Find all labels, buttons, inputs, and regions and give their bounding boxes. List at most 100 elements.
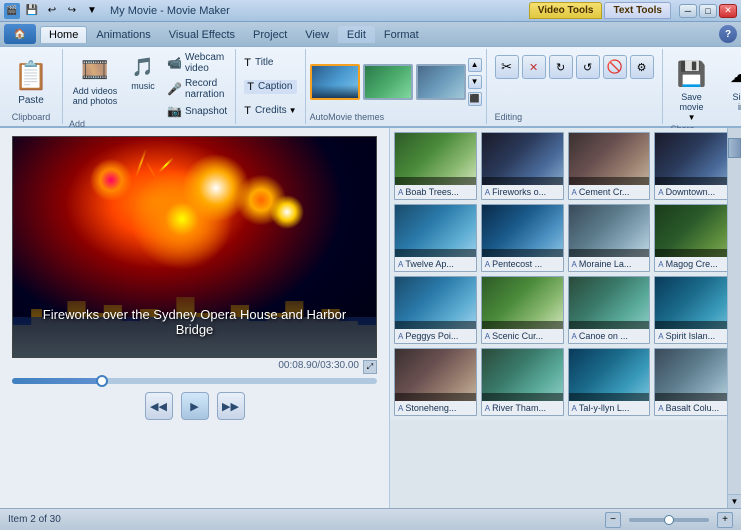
maximize-button[interactable]: □ [699,4,717,18]
clip-item[interactable]: A Moraine La... [568,204,651,272]
webcam-button[interactable]: 📹 Webcam video [165,51,229,75]
clip-label-icon: A [658,404,663,413]
clip-item[interactable]: A Stoneheng... [394,348,477,416]
clip-label-icon: A [398,188,403,197]
tab-view[interactable]: View [296,26,338,43]
clip-thumbnail [569,277,651,329]
themes-up-btn[interactable]: ▲ [468,58,482,72]
tab-edit[interactable]: Edit [338,26,375,43]
clipboard-group: 📋 Paste Clipboard [0,49,63,124]
time-display-row: 00:08.90/03:30.00 ⤢ [12,360,377,374]
add-videos-button[interactable]: 🎞️ Add videosand photos [69,51,121,119]
clip-item[interactable]: A Fireworks o... [481,132,564,200]
tab-animations[interactable]: Animations [87,26,159,43]
video-tools-tab[interactable]: Video Tools [529,2,603,19]
clip-label-text: Canoe on ... [579,331,628,341]
clip-thumbnail [482,277,564,329]
paste-button[interactable]: 📋 Paste [8,55,54,108]
edit-cut-btn[interactable]: ✂ [495,55,519,79]
clip-label-text: Magog Cre... [666,259,718,269]
scroll-down-btn[interactable]: ▼ [728,494,741,508]
home-menu-btn[interactable]: 🏠 [4,24,36,44]
clip-item[interactable]: A Pentecost ... [481,204,564,272]
zoom-slider[interactable] [629,518,709,522]
clip-item[interactable]: A Magog Cre... [654,204,737,272]
preview-panel: Fireworks over the Sydney Opera House an… [0,128,390,508]
themes-down-btn[interactable]: ▼ [468,75,482,89]
caption-button[interactable]: TCaption [244,80,296,94]
edit-delete-btn[interactable]: ✕ [522,55,546,79]
close-button[interactable]: ✕ [719,4,737,18]
clip-thumbnail [395,349,477,401]
redo-quick-btn[interactable]: ↪ [63,2,81,20]
title-bar-left: 🎬 💾 ↩ ↪ ▼ My Movie - Movie Maker [4,2,529,20]
sign-in-button[interactable]: ☁ Signin [721,53,741,115]
scrollbar-thumb[interactable] [728,138,741,158]
save-quick-btn[interactable]: 💾 [23,2,41,20]
clip-item[interactable]: A Basalt Colu... [654,348,737,416]
help-button[interactable]: ? [719,25,737,43]
save-movie-button[interactable]: 💾 Savemovie ▼ [671,53,713,124]
edit-remove-btn[interactable]: 🚫 [603,55,627,79]
clip-thumbnail [655,277,737,329]
zoom-thumb[interactable] [664,515,674,525]
play-button[interactable]: ▶ [181,392,209,420]
tab-format[interactable]: Format [375,26,428,43]
title-bar: 🎬 💾 ↩ ↪ ▼ My Movie - Movie Maker Video T… [0,0,741,22]
rewind-button[interactable]: ◀◀ [145,392,173,420]
clip-label-text: Cement Cr... [579,187,630,197]
clip-label-icon: A [572,188,577,197]
clip-item[interactable]: A Cement Cr... [568,132,651,200]
clip-thumbnail [482,133,564,185]
clipboard-label: Clipboard [12,112,51,122]
clip-label-icon: A [398,404,403,413]
snapshot-button[interactable]: 📷 Snapshot [165,103,229,119]
clip-item[interactable]: A Tal-y-llyn L... [568,348,651,416]
theme-item-2[interactable] [363,64,413,100]
clip-thumbnail [655,205,737,257]
zoom-out-button[interactable]: − [605,512,621,528]
progress-thumb[interactable] [96,375,108,387]
text-tools-tab[interactable]: Text Tools [604,2,671,19]
clip-label-icon: A [398,260,403,269]
timeline-progress[interactable] [12,378,377,384]
clip-item[interactable]: A River Tham... [481,348,564,416]
narrate-button[interactable]: 🎤 Record narration [165,77,229,101]
clip-item[interactable]: A Peggys Poi... [394,276,477,344]
edit-rotate2-btn[interactable]: ↺ [576,55,600,79]
theme-item-3[interactable] [416,64,466,100]
tab-project[interactable]: Project [244,26,296,43]
themes-more-btn[interactable]: ⬛ [468,92,482,106]
credits-button[interactable]: TCredits ▼ [244,105,296,117]
clips-scrollbar[interactable]: ▼ [727,128,741,508]
zoom-in-button[interactable]: + [717,512,733,528]
clip-label-text: Spirit Islan... [666,331,716,341]
tab-home[interactable]: Home [40,26,87,43]
clip-label-icon: A [485,332,490,341]
undo-quick-btn[interactable]: ↩ [43,2,61,20]
minimize-button[interactable]: ─ [679,4,697,18]
clip-label-icon: A [485,188,490,197]
clips-row: A Stoneheng... A River Tham... [394,348,737,416]
clip-item[interactable]: A Twelve Ap... [394,204,477,272]
add-group: 🎞️ Add videosand photos 🎵 music 📹 Webcam… [63,49,236,124]
clip-item[interactable]: A Boab Trees... [394,132,477,200]
add-music-button[interactable]: 🎵 music [125,51,161,119]
window-controls: ─ □ ✕ [679,4,737,18]
tab-visual-effects[interactable]: Visual Effects [160,26,244,43]
clip-label-text: Fireworks o... [492,187,546,197]
forward-button[interactable]: ▶▶ [217,392,245,420]
clip-item[interactable]: A Spirit Islan... [654,276,737,344]
themes-label: AutoMovie themes [310,112,482,122]
clip-item[interactable]: A Downtown... [654,132,737,200]
quick-access-dropdown[interactable]: ▼ [83,2,101,20]
add-sub-btns: 📹 Webcam video 🎤 Record narration 📷 Snap… [165,51,229,119]
clip-thumbnail [395,205,477,257]
clip-item[interactable]: A Canoe on ... [568,276,651,344]
edit-rotate-btn[interactable]: ↻ [549,55,573,79]
title-button[interactable]: TTitle [244,57,296,69]
expand-button[interactable]: ⤢ [363,360,377,374]
theme-item-1[interactable] [310,64,360,100]
clip-item[interactable]: A Scenic Cur... [481,276,564,344]
edit-settings-btn[interactable]: ⚙ [630,55,654,79]
